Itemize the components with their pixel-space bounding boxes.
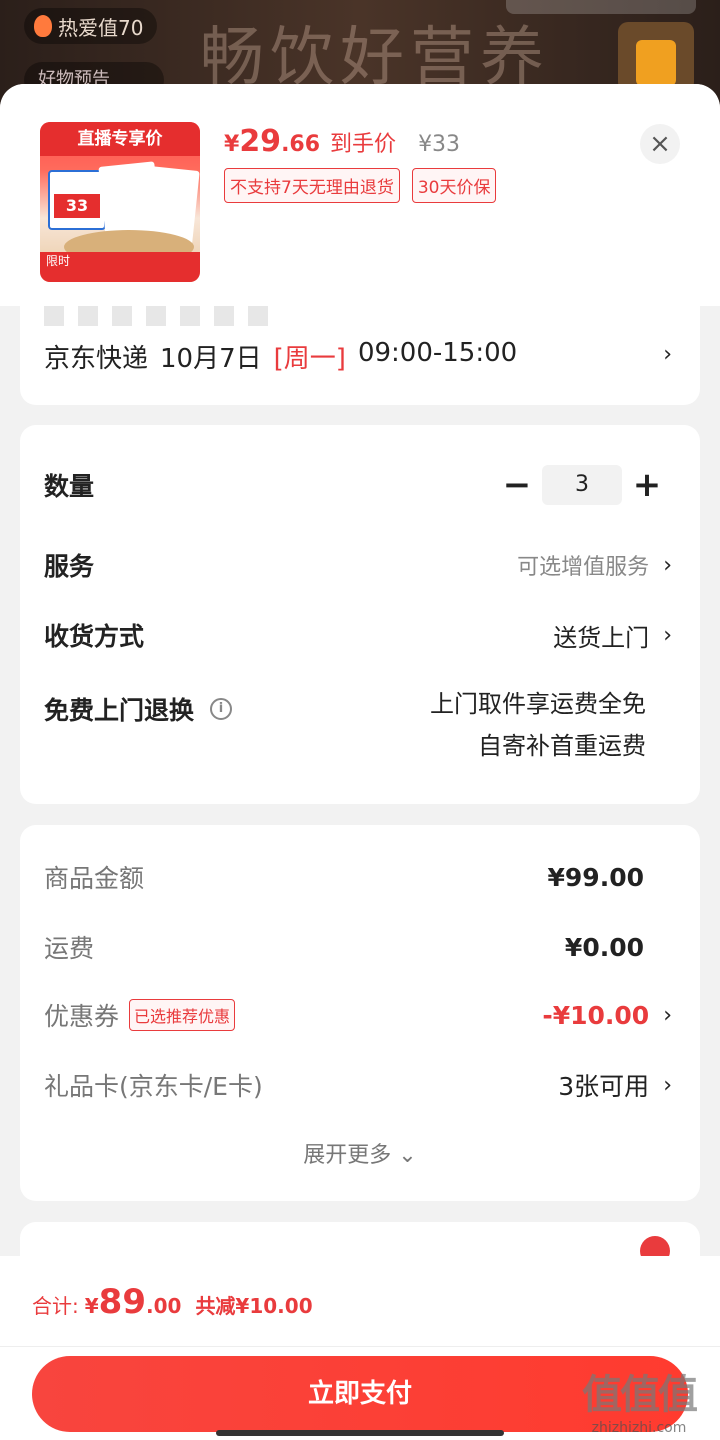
product-image: 直播专享价 33 限时: [40, 122, 200, 282]
expand-more-button[interactable]: 展开更多 ⌄: [20, 1137, 700, 1169]
total-amount: ¥89.00: [84, 1282, 182, 1322]
free-return-label-group: 免费上门退换 i: [44, 691, 233, 727]
receive-method-row[interactable]: 收货方式 送货上门 ›: [44, 617, 672, 653]
live-product-thumbnail[interactable]: [618, 22, 694, 92]
delivery-hours: 09:00-15:00: [357, 338, 518, 368]
receive-method-value: 送货上门: [553, 623, 650, 652]
goods-amount-label: 商品金额: [44, 864, 145, 893]
watermark-url: zhizhizhi.com: [591, 1420, 687, 1436]
chevron-right-icon: ›: [663, 1002, 672, 1028]
no-return-tag: 不支持7天无理由退货: [224, 168, 400, 203]
flame-icon: [34, 15, 52, 37]
chevron-right-icon: ›: [663, 622, 672, 648]
quantity-plus-button[interactable]: +: [622, 465, 672, 505]
gift-card-value: 3张可用: [558, 1072, 650, 1101]
free-return-line2: 自寄补首重运费: [478, 732, 646, 760]
shipping-label: 运费: [44, 934, 95, 963]
gift-card-row[interactable]: 礼品卡(京东卡/E卡) 3张可用 ›: [44, 1067, 672, 1103]
divider: [0, 1346, 720, 1347]
final-price-label: 到手价: [330, 132, 397, 157]
quantity-row: 数量 − 3 +: [44, 465, 672, 505]
shipping-value: ¥0.00: [564, 932, 644, 962]
free-return-label: 免费上门退换: [44, 696, 195, 725]
coupon-recommended-tag: 已选推荐优惠: [129, 999, 236, 1031]
viewer-count-bar: [506, 0, 696, 14]
price-line: ¥29.66 到手价 ¥33: [224, 124, 460, 159]
quantity-minus-button[interactable]: −: [492, 465, 542, 505]
chevron-right-icon: ›: [663, 552, 672, 578]
product-box: 33: [48, 170, 106, 230]
address-line-obscured: [44, 306, 274, 326]
final-price: ¥29.66: [224, 124, 321, 159]
chevron-right-icon: ›: [663, 342, 672, 367]
watermark-logo: 值值值: [582, 1371, 698, 1418]
free-return-row: 免费上门退换 i 上门取件享运费全免 自寄补首重运费: [44, 683, 672, 767]
site-watermark: 值值值 zhizhizhi.com: [564, 1362, 714, 1436]
coupon-label-group: 优惠券 已选推荐优惠: [44, 997, 236, 1033]
image-price: 33: [54, 194, 100, 218]
free-return-line1: 上门取件享运费全免: [430, 690, 646, 718]
coupon-row[interactable]: 优惠券 已选推荐优惠 -¥10.00 ›: [44, 997, 672, 1033]
delivery-card[interactable]: 京东快递 10月7日 [周一] 09:00-15:00 ›: [20, 306, 700, 405]
quantity-stepper: − 3 +: [492, 465, 672, 505]
total-label: 合计:: [32, 1294, 79, 1318]
goods-amount-row: 商品金额 ¥99.00: [44, 859, 672, 895]
limited-time-tag: 限时: [40, 252, 200, 282]
expand-more-label: 展开更多: [303, 1143, 392, 1168]
delivery-date: 10月7日: [160, 344, 262, 374]
costs-card: 商品金额 ¥99.00 运费 ¥0.00 优惠券 已选推荐优惠 -¥10.00 …: [20, 825, 700, 1201]
total-line: 合计: ¥89.00 共减¥10.00: [32, 1282, 313, 1322]
free-return-details: 上门取件享运费全免 自寄补首重运费: [430, 683, 646, 767]
heat-value-label: 热爱值70: [58, 15, 144, 40]
quantity-label: 数量: [44, 472, 95, 501]
goods-amount-value: ¥99.00: [547, 862, 644, 892]
receive-method-label: 收货方式: [44, 622, 145, 651]
delivery-time: 京东快递 10月7日 [周一] 09:00-15:00: [44, 338, 517, 375]
delivery-weekday: [周一]: [273, 344, 346, 374]
live-price-tag: 直播专享价: [40, 122, 200, 156]
product-tags: 不支持7天无理由退货 30天价保: [224, 168, 497, 203]
delivery-carrier: 京东快递: [44, 344, 149, 374]
total-saved: 共减¥10.00: [195, 1294, 313, 1318]
checkout-sheet: 直播专享价 33 限时 ¥29.66 到手价 ¥33 不支持7天无理由退货 30…: [0, 84, 720, 1440]
heat-value-chip[interactable]: 热爱值70: [24, 8, 158, 44]
chevron-down-icon: ⌄: [398, 1143, 417, 1168]
original-price: ¥33: [418, 132, 461, 157]
home-indicator: [216, 1430, 504, 1436]
gift-card-label: 礼品卡(京东卡/E卡): [44, 1072, 263, 1101]
product-header: 直播专享价 33 限时 ¥29.66 到手价 ¥33 不支持7天无理由退货 30…: [0, 84, 720, 306]
service-label: 服务: [44, 552, 95, 581]
coupon-value: -¥10.00: [542, 1000, 650, 1030]
shipping-row: 运费 ¥0.00: [44, 929, 672, 965]
service-value: 可选增值服务: [517, 555, 650, 580]
service-row[interactable]: 服务 可选增值服务 ›: [44, 547, 672, 583]
chevron-right-icon: ›: [663, 1072, 672, 1098]
quantity-input[interactable]: 3: [542, 465, 622, 505]
coupon-label: 优惠券: [44, 1002, 120, 1031]
close-icon: ×: [649, 129, 671, 159]
price-protect-tag: 30天价保: [411, 168, 497, 203]
close-button[interactable]: ×: [640, 124, 680, 164]
info-icon[interactable]: i: [210, 698, 233, 720]
options-card: 数量 − 3 + 服务 可选增值服务 › 收货方式 送货上门 › 免费上门退换: [20, 425, 700, 804]
